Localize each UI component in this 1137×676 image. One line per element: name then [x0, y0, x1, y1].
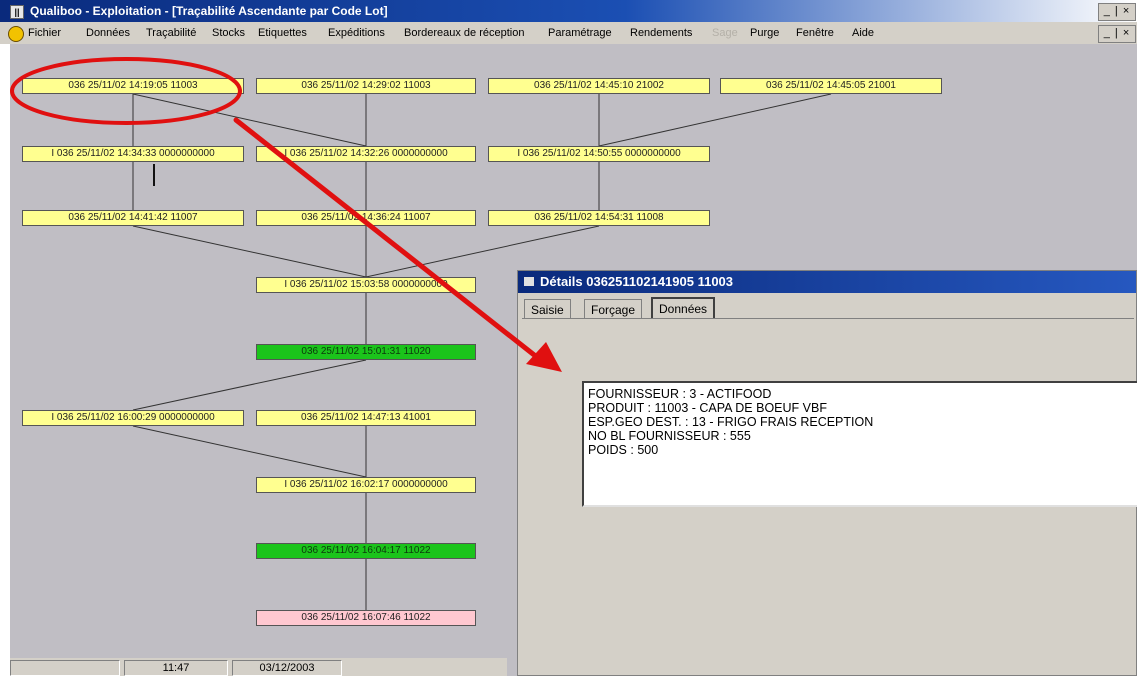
detail-line-produit: PRODUIT : 11003 - CAPA DE BOEUF VBF — [588, 401, 827, 415]
tree-node[interactable]: I 036 25/11/02 14:34:33 0000000000 — [22, 146, 244, 162]
detail-line-esp-geo: ESP.GEO DEST. : 13 - FRIGO FRAIS RECEPTI… — [588, 415, 874, 429]
status-date: 03/12/2003 — [232, 660, 342, 676]
tree-node[interactable]: 036 25/11/02 15:01:31 11020 — [256, 344, 476, 360]
tab-divider — [522, 318, 1134, 319]
tree-edge — [132, 93, 367, 147]
status-time: 11:47 — [124, 660, 228, 676]
tree-node[interactable]: 036 25/11/02 16:04:17 11022 — [256, 543, 476, 559]
tree-node[interactable]: I 036 25/11/02 16:02:17 0000000000 — [256, 477, 476, 493]
tree-node[interactable]: I 036 25/11/02 14:50:55 0000000000 — [488, 146, 710, 162]
status-bar: 11:47 03/12/2003 — [10, 658, 507, 676]
tree-edge — [132, 425, 367, 478]
tree-edge — [132, 225, 367, 278]
tree-node[interactable]: 036 25/11/02 14:47:13 41001 — [256, 410, 476, 426]
details-title: Détails 036251102141905 11003 — [540, 274, 734, 289]
tree-node[interactable]: 036 25/11/02 14:19:05 11003 — [22, 78, 244, 94]
tree-node[interactable]: I 036 25/11/02 16:00:29 0000000000 — [22, 410, 244, 426]
detail-line-poids: POIDS : 500 — [588, 443, 659, 457]
tree-node[interactable]: 036 25/11/02 14:41:42 11007 — [22, 210, 244, 226]
tree-node[interactable]: 036 25/11/02 14:45:05 21001 — [720, 78, 942, 94]
tab-forcage[interactable]: Forçage — [584, 299, 643, 319]
dialog-icon — [524, 277, 534, 286]
details-text-area[interactable]: FOURNISSEUR : 3 - ACTIFOOD PRODUIT : 110… — [582, 381, 1137, 507]
tree-edge — [132, 359, 367, 411]
tree-node[interactable]: 036 25/11/02 14:29:02 11003 — [256, 78, 476, 94]
tab-saisie[interactable]: Saisie — [524, 299, 571, 319]
details-dialog: Détails 036251102141905 11003 Saisie For… — [517, 270, 1137, 676]
tree-node[interactable]: 036 25/11/02 14:54:31 11008 — [488, 210, 710, 226]
details-title-bar[interactable]: Détails 036251102141905 11003 — [518, 271, 1136, 293]
detail-line-fournisseur: FOURNISSEUR : 3 - ACTIFOOD — [588, 387, 772, 401]
tab-donnees[interactable]: Données — [651, 297, 716, 319]
status-cell-empty — [10, 660, 120, 676]
tree-edge — [598, 93, 832, 147]
tree-node[interactable]: 036 25/11/02 14:45:10 21002 — [488, 78, 710, 94]
tree-node[interactable]: I 036 25/11/02 15:03:58 0000000000 — [256, 277, 476, 293]
tree-node[interactable]: 036 25/11/02 14:36:24 11007 — [256, 210, 476, 226]
tree-node[interactable]: 036 25/11/02 16:07:46 11022 — [256, 610, 476, 626]
detail-line-no-bl: NO BL FOURNISSEUR : 555 — [588, 429, 751, 443]
tree-node[interactable]: I 036 25/11/02 14:32:26 0000000000 — [256, 146, 476, 162]
